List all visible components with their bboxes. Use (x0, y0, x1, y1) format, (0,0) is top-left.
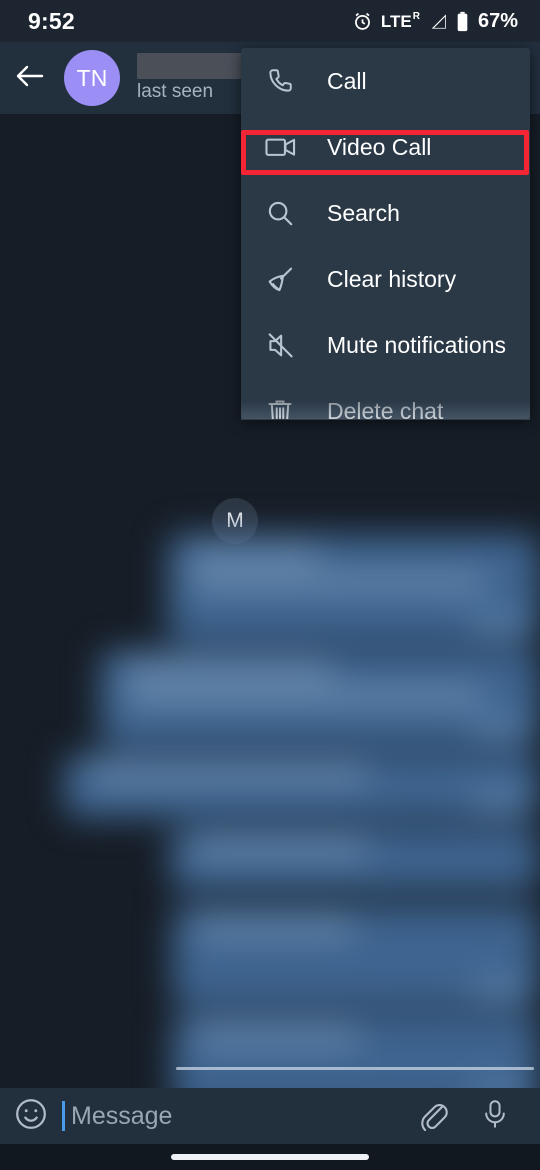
chat-title-block[interactable]: last seen (137, 50, 252, 106)
menu-item-label: Clear history (327, 265, 457, 292)
signal-bars-icon (428, 12, 448, 31)
system-navigation-bar (0, 1144, 540, 1170)
smiley-face-icon (13, 1096, 49, 1137)
menu-item-delete-chat[interactable]: Delete chat (241, 378, 530, 419)
back-arrow-icon (15, 63, 45, 94)
message-text-line (124, 690, 484, 703)
menu-item-video-call[interactable]: Video Call (241, 114, 530, 180)
avatar[interactable]: TN (64, 50, 120, 106)
text-cursor (62, 1101, 65, 1131)
video-camera-icon (265, 132, 309, 162)
message-text-line (124, 664, 334, 677)
emoji-button[interactable] (0, 1096, 62, 1137)
message-text-line (88, 768, 368, 781)
broom-icon (265, 264, 309, 295)
message-timestamp (472, 722, 526, 736)
message-bubble (172, 1014, 540, 1088)
phone-icon (265, 66, 309, 96)
menu-item-clear-history[interactable]: Clear history (241, 246, 530, 312)
status-bar-indicators: LTE R 67% (352, 10, 518, 33)
last-seen-status: last seen (137, 81, 214, 102)
message-text-line (188, 576, 488, 589)
alarm-clock-icon (352, 11, 373, 32)
menu-item-mute-notifications[interactable]: Mute notifications (241, 312, 530, 378)
message-bubble (168, 534, 540, 642)
contact-name-redacted (137, 53, 252, 79)
message-timestamp (472, 982, 526, 996)
home-gesture-pill[interactable] (171, 1154, 369, 1160)
blurred-messages (0, 414, 540, 1088)
chat-options-menu[interactable]: Call Video Call Search Clear history Mut… (241, 48, 530, 419)
battery-percent-label: 67% (477, 9, 518, 32)
message-bubble (100, 650, 540, 746)
search-icon (265, 198, 309, 228)
message-bubble (170, 828, 540, 890)
message-bubble (64, 754, 540, 818)
microphone-icon (479, 1097, 511, 1136)
message-input-field[interactable]: Message (62, 1088, 402, 1144)
attach-button[interactable] (402, 1097, 464, 1136)
message-input-bar: Message (0, 1088, 540, 1144)
message-timestamp (472, 794, 526, 808)
menu-item-label: Delete chat (327, 397, 444, 420)
status-bar-clock: 9:52 (28, 7, 75, 34)
chat-scroll-indicator (176, 1067, 534, 1070)
phone-screen: 9:52 LTE R 67% TN last seen M Call Video… (0, 0, 540, 1170)
mute-speaker-icon (265, 330, 309, 361)
menu-item-label: Mute notifications (327, 331, 506, 358)
message-bubble (172, 906, 540, 1006)
menu-item-label: Search (327, 199, 400, 226)
message-input-placeholder: Message (71, 1101, 173, 1130)
menu-item-call[interactable]: Call (241, 48, 530, 114)
microphone-button[interactable] (464, 1097, 526, 1136)
battery-icon (456, 11, 469, 32)
message-text-line (194, 1030, 360, 1043)
menu-item-label: Video Call (327, 133, 432, 160)
trash-icon (265, 396, 309, 419)
message-text-line (192, 842, 368, 855)
network-type-label: LTE R (380, 10, 420, 31)
menu-item-label: Call (327, 67, 367, 94)
message-text-line (194, 922, 354, 935)
status-bar: 9:52 LTE R 67% (0, 0, 540, 42)
message-text-line (188, 550, 320, 563)
menu-item-search[interactable]: Search (241, 180, 530, 246)
message-timestamp (472, 618, 526, 632)
back-button[interactable] (0, 42, 60, 114)
paperclip-icon (416, 1097, 450, 1136)
